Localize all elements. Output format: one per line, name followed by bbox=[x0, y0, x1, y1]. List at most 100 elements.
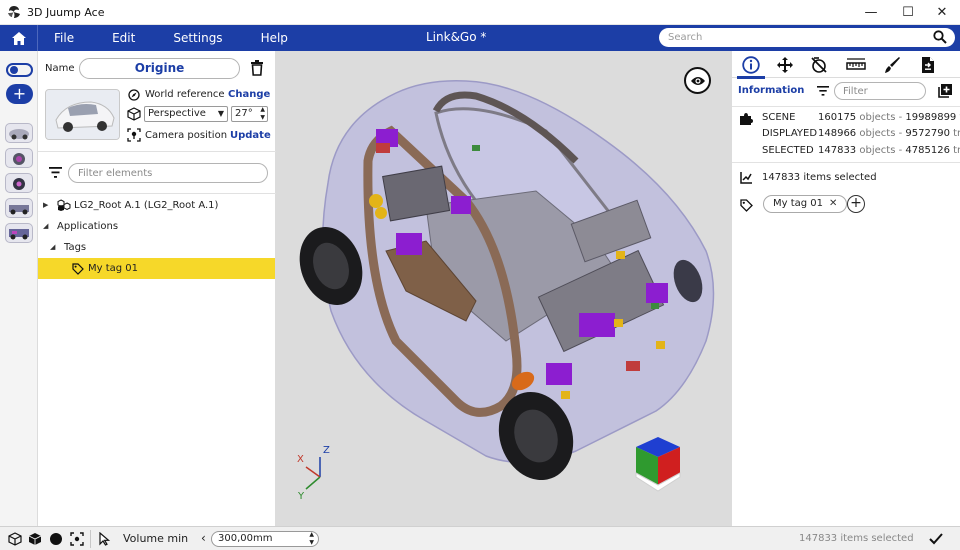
status-bar: Volume min ‹ 300,00mm ▲ ▼ 147833 items se… bbox=[0, 526, 960, 550]
search-icon[interactable] bbox=[933, 30, 947, 44]
stat-objects-word: objects bbox=[859, 145, 896, 156]
tag-chip-label: My tag 01 bbox=[773, 198, 824, 209]
menu-settings[interactable]: Settings bbox=[154, 31, 241, 45]
name-label: Name bbox=[45, 63, 75, 74]
camera-thumb-4[interactable] bbox=[5, 198, 33, 218]
car-thumb-icon bbox=[13, 153, 25, 165]
change-link[interactable]: Change bbox=[228, 89, 270, 100]
view-toggle[interactable] bbox=[6, 63, 33, 77]
3d-viewport[interactable]: Z X Y bbox=[276, 51, 731, 526]
menu-help[interactable]: Help bbox=[242, 31, 307, 45]
tab-section[interactable] bbox=[805, 54, 833, 76]
spin-arrows-icon[interactable]: ▲ ▼ bbox=[260, 106, 265, 122]
add-camera-button[interactable]: + bbox=[6, 84, 33, 104]
stat-row-selected: SELECTED 147833 objects - 4785126 trian bbox=[762, 145, 960, 156]
camera-name-field[interactable]: Origine bbox=[79, 58, 240, 79]
camera-preview bbox=[45, 89, 120, 140]
caret-right-icon[interactable]: ▶ bbox=[43, 195, 48, 216]
tag-icon bbox=[72, 263, 84, 275]
tab-information[interactable] bbox=[737, 54, 765, 76]
add-layer-icon[interactable] bbox=[937, 83, 953, 99]
stat-objects: 148966 bbox=[818, 128, 857, 139]
tree-row-applications[interactable]: ◢ Applications bbox=[38, 216, 275, 237]
cursor-icon[interactable] bbox=[98, 532, 112, 546]
search-input[interactable] bbox=[668, 32, 923, 43]
caret-down-icon[interactable]: ◢ bbox=[50, 237, 55, 258]
maximize-button[interactable]: ☐ bbox=[889, 0, 927, 25]
car-thumb-icon bbox=[9, 229, 29, 240]
camera-position-icon bbox=[127, 128, 141, 142]
minimize-button[interactable]: — bbox=[852, 0, 890, 25]
tab-move[interactable] bbox=[771, 54, 799, 76]
right-panel: Information SCENE 160175 objects - 199898… bbox=[731, 51, 960, 526]
add-tag-button[interactable]: + bbox=[847, 195, 865, 213]
eye-icon bbox=[690, 76, 705, 85]
visibility-toggle-button[interactable] bbox=[684, 67, 711, 94]
puzzle-icon bbox=[740, 113, 753, 125]
selection-stats-icon bbox=[740, 172, 752, 184]
camera-position-label: Camera position bbox=[145, 130, 228, 141]
tree-row-tags[interactable]: ◢ Tags bbox=[38, 237, 275, 258]
tree-row-label: Tags bbox=[64, 242, 87, 253]
tree-row-label: My tag 01 bbox=[88, 263, 139, 274]
tab-paint[interactable] bbox=[878, 54, 906, 76]
home-button[interactable] bbox=[0, 25, 38, 51]
fov-value: 27° bbox=[235, 108, 253, 119]
stat-tri-word: trian bbox=[953, 145, 960, 156]
wireframe-cube-icon[interactable] bbox=[8, 532, 22, 546]
camera-thumb-3[interactable] bbox=[5, 173, 33, 193]
tree-row-label: Applications bbox=[57, 221, 119, 232]
tab-active-indicator bbox=[737, 76, 765, 79]
spin-arrows-icon[interactable]: ▲ ▼ bbox=[309, 531, 314, 547]
perspective-icon bbox=[127, 107, 141, 121]
menu-edit[interactable]: Edit bbox=[93, 31, 154, 45]
tab-export[interactable] bbox=[914, 54, 942, 76]
statusbar-divider bbox=[90, 530, 91, 548]
tab-measure[interactable] bbox=[842, 54, 870, 76]
tag-chip[interactable]: My tag 01 ✕ bbox=[763, 195, 848, 213]
camera-thumb-2[interactable] bbox=[5, 148, 33, 168]
car-thumb-icon bbox=[13, 178, 25, 190]
stat-separator: - bbox=[898, 145, 903, 156]
fov-spinbox[interactable]: 27° ▲ ▼ bbox=[231, 106, 268, 122]
camera-thumb-5[interactable] bbox=[5, 223, 33, 243]
filter-elements-box bbox=[68, 163, 268, 183]
left-panel: Name Origine World reference Change Pers… bbox=[38, 51, 276, 526]
chevron-down-icon: ▼ bbox=[217, 109, 224, 118]
check-icon[interactable] bbox=[929, 533, 943, 545]
update-link[interactable]: Update bbox=[230, 130, 271, 141]
caret-down-icon[interactable]: ◢ bbox=[43, 216, 48, 237]
projection-select[interactable]: Perspective ▼ bbox=[144, 106, 228, 122]
close-icon[interactable]: ✕ bbox=[829, 198, 837, 209]
stat-objects-word: objects bbox=[859, 128, 896, 139]
section-cut-icon bbox=[811, 57, 827, 73]
stat-row-scene: SCENE160175 objects - 19989899 trian bbox=[762, 112, 960, 123]
info-filter-input[interactable] bbox=[843, 83, 921, 99]
compass-icon bbox=[128, 89, 140, 101]
tree-row-my-tag-01[interactable]: My tag 01 bbox=[38, 258, 275, 279]
document-title: Link&Go * bbox=[426, 30, 487, 44]
menu-file[interactable]: File bbox=[38, 31, 93, 45]
document-export-icon bbox=[922, 57, 934, 73]
stat-triangles: 4785126 bbox=[905, 145, 950, 156]
tree-row-root[interactable]: ▶ LG2_Root A.1 (LG2_Root A.1) bbox=[38, 195, 275, 216]
stat-objects: 147833 bbox=[818, 145, 857, 156]
close-button[interactable]: ✕ bbox=[923, 0, 960, 25]
trash-icon[interactable] bbox=[250, 60, 264, 76]
filter-elements-input[interactable] bbox=[78, 164, 258, 182]
information-title: Information bbox=[738, 85, 805, 96]
filter-icon[interactable] bbox=[49, 167, 62, 178]
filter-icon[interactable] bbox=[817, 86, 829, 96]
camera-thumb-1[interactable] bbox=[5, 123, 33, 143]
focus-frame-icon[interactable] bbox=[70, 532, 84, 546]
status-selected-text: 147833 items selected bbox=[799, 533, 914, 544]
view-cube[interactable] bbox=[632, 433, 684, 495]
solid-cube-icon[interactable] bbox=[28, 532, 42, 546]
stat-row-displayed: DISPLAYED148966 objects - 9572790 trian bbox=[762, 128, 960, 139]
info-filter-box bbox=[834, 82, 926, 100]
sphere-icon[interactable] bbox=[49, 532, 63, 546]
car-thumb-icon bbox=[9, 205, 29, 215]
panel-divider bbox=[38, 151, 276, 152]
chevron-left-icon[interactable]: ‹ bbox=[201, 531, 206, 545]
volume-min-input[interactable]: 300,00mm ▲ ▼ bbox=[211, 531, 319, 547]
